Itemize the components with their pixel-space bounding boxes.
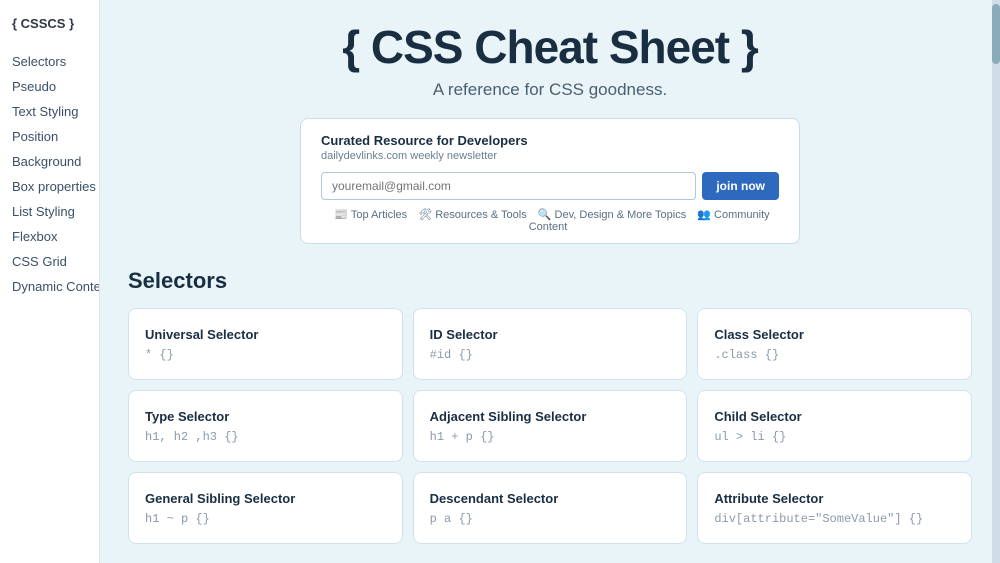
sidebar-item-list-styling[interactable]: List Styling xyxy=(12,201,87,222)
sidebar-item-background[interactable]: Background xyxy=(12,151,87,172)
scrollbar-thumb[interactable] xyxy=(992,4,1000,64)
card-title: Type Selector xyxy=(145,409,386,424)
card-code: p a {} xyxy=(430,512,671,526)
sidebar-item-selectors[interactable]: Selectors xyxy=(12,51,87,72)
card-code: div[attribute="SomeValue"] {} xyxy=(714,512,955,526)
card-code: h1, h2 ,h3 {} xyxy=(145,430,386,444)
nl-link-articles: 📰 Top Articles xyxy=(334,209,407,221)
card-title: ID Selector xyxy=(430,327,671,342)
card-code: * {} xyxy=(145,348,386,362)
logo: { CSSCS } xyxy=(12,16,87,33)
main-content: { CSS Cheat Sheet } A reference for CSS … xyxy=(100,0,1000,563)
nl-link-topics: 🔍 Dev, Design & More Topics xyxy=(538,209,686,221)
newsletter-title: Curated Resource for Developers xyxy=(321,133,779,148)
card-adjacent-sibling-selector: Adjacent Sibling Selector h1 + p {} xyxy=(413,390,688,462)
card-title: Universal Selector xyxy=(145,327,386,342)
sidebar-item-box-properties[interactable]: Box properties xyxy=(12,176,87,197)
newsletter-links: 📰 Top Articles 🛠 Resources & Tools 🔍 Dev… xyxy=(321,208,779,233)
card-descendant-selector: Descendant Selector p a {} xyxy=(413,472,688,544)
sidebar-item-pseudo[interactable]: Pseudo xyxy=(12,76,87,97)
card-universal-selector: Universal Selector * {} xyxy=(128,308,403,380)
join-now-button[interactable]: join now xyxy=(702,172,779,200)
newsletter-email-input[interactable] xyxy=(321,172,696,200)
selectors-heading: Selectors xyxy=(128,268,972,294)
card-title: General Sibling Selector xyxy=(145,491,386,506)
sidebar-item-dynamic-content[interactable]: Dynamic Content xyxy=(12,276,87,297)
card-type-selector: Type Selector h1, h2 ,h3 {} xyxy=(128,390,403,462)
card-general-sibling-selector: General Sibling Selector h1 ~ p {} xyxy=(128,472,403,544)
sidebar-item-css-grid[interactable]: CSS Grid xyxy=(12,251,87,272)
selectors-grid: Universal Selector * {} ID Selector #id … xyxy=(128,308,972,544)
card-title: Descendant Selector xyxy=(430,491,671,506)
newsletter-url: dailydevlinks.com weekly newsletter xyxy=(321,150,779,162)
sidebar-item-flexbox[interactable]: Flexbox xyxy=(12,226,87,247)
card-attribute-selector: Attribute Selector div[attribute="SomeVa… xyxy=(697,472,972,544)
card-code: ul > li {} xyxy=(714,430,955,444)
card-child-selector: Child Selector ul > li {} xyxy=(697,390,972,462)
page-subtitle: A reference for CSS goodness. xyxy=(128,80,972,100)
card-title: Adjacent Sibling Selector xyxy=(430,409,671,424)
sidebar: { CSSCS } Selectors Pseudo Text Styling … xyxy=(0,0,100,563)
scrollbar[interactable] xyxy=(992,0,1000,563)
card-code: #id {} xyxy=(430,348,671,362)
page-title: { CSS Cheat Sheet } xyxy=(128,20,972,74)
card-code: h1 ~ p {} xyxy=(145,512,386,526)
card-code: .class {} xyxy=(714,348,955,362)
card-title: Class Selector xyxy=(714,327,955,342)
nl-link-resources: 🛠 Resources & Tools xyxy=(418,209,527,221)
card-class-selector: Class Selector .class {} xyxy=(697,308,972,380)
sidebar-item-text-styling[interactable]: Text Styling xyxy=(12,101,87,122)
card-id-selector: ID Selector #id {} xyxy=(413,308,688,380)
sidebar-item-position[interactable]: Position xyxy=(12,126,87,147)
newsletter-box: Curated Resource for Developers dailydev… xyxy=(300,118,800,244)
card-code: h1 + p {} xyxy=(430,430,671,444)
card-title: Child Selector xyxy=(714,409,955,424)
card-title: Attribute Selector xyxy=(714,491,955,506)
newsletter-form: join now xyxy=(321,172,779,200)
